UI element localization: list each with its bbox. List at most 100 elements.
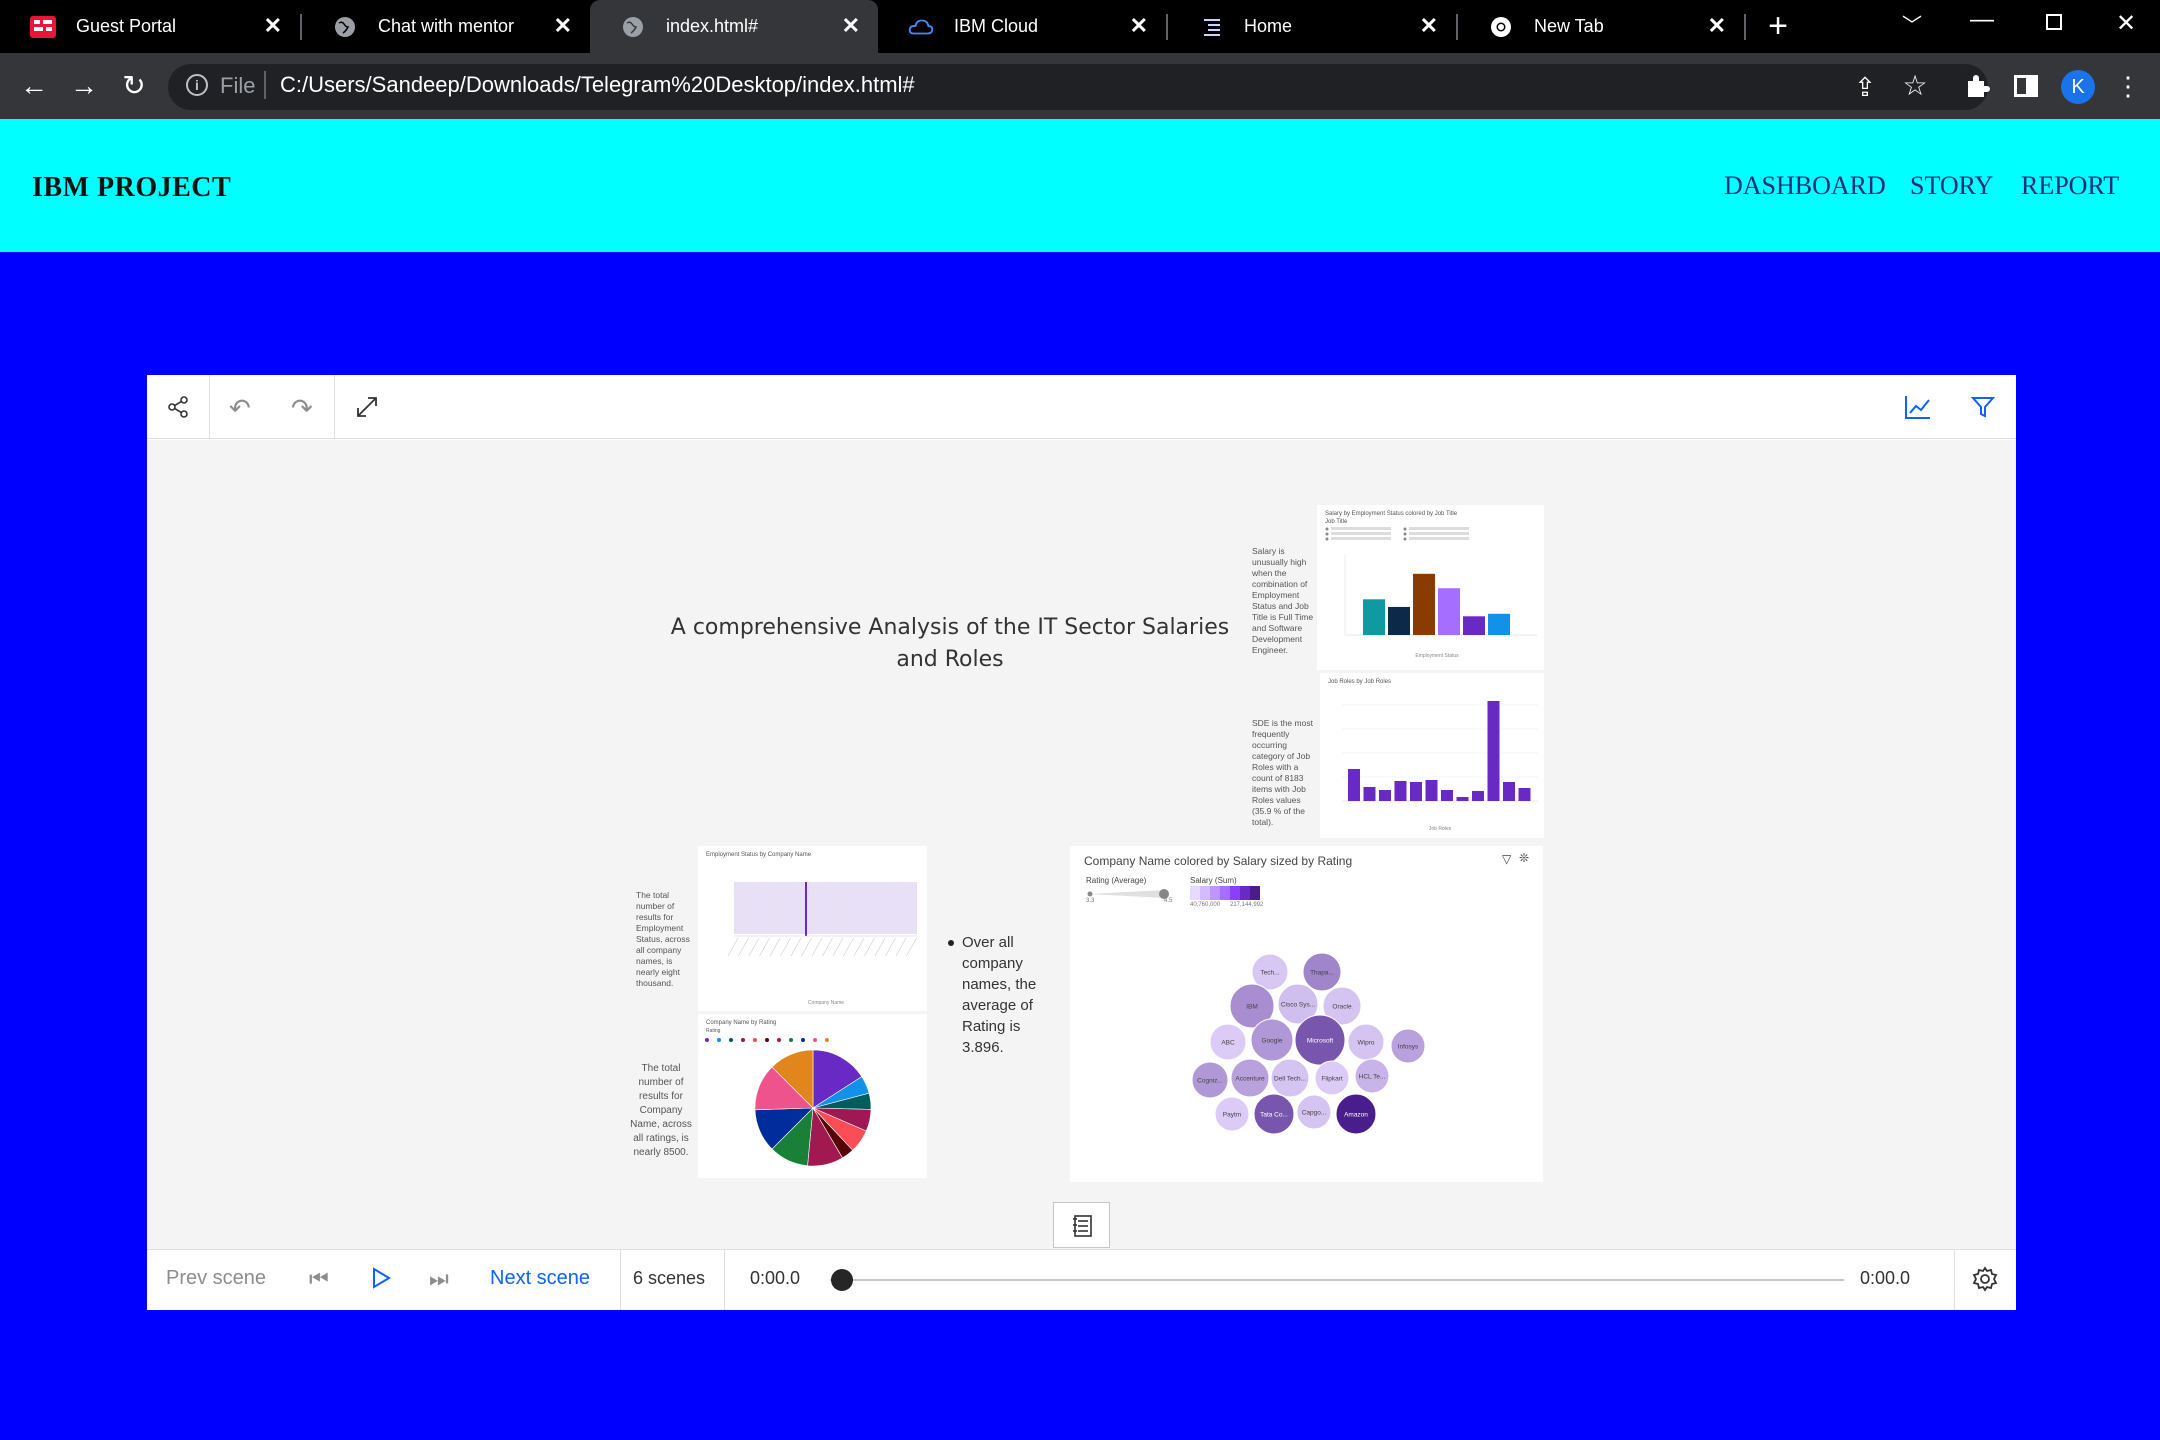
salary-bar — [1413, 573, 1435, 635]
tab-chat-with-mentor[interactable]: Chat with mentor ✕ — [302, 0, 590, 53]
job-role-bar — [1425, 780, 1438, 801]
bubble-label: Tata Co... — [1260, 1112, 1288, 1119]
back-arrow-icon[interactable]: ← — [14, 72, 54, 100]
tick-label-line — [885, 937, 896, 957]
time-start: 0:00.0 — [750, 1268, 801, 1288]
tick-label-line — [895, 937, 907, 957]
tab-label: IBM Cloud — [954, 16, 1039, 36]
bubble-label: ABC — [1221, 1040, 1235, 1047]
filter-icon[interactable] — [1970, 394, 1996, 425]
timeline-scrubber[interactable] — [831, 1269, 853, 1291]
undo-icon[interactable]: ↶ — [229, 393, 251, 424]
tick-label-line — [801, 937, 812, 957]
skip-forward-icon[interactable]: ⏭ — [429, 1266, 449, 1292]
salary-bar — [1488, 613, 1510, 635]
salary-bar — [1388, 606, 1410, 635]
salary-bar — [1363, 599, 1385, 635]
job-role-bar — [1487, 701, 1500, 801]
tab-guest-portal[interactable]: Guest Portal ✕ — [0, 0, 300, 53]
prev-scene-button[interactable]: Prev scene — [166, 1267, 266, 1290]
skip-back-icon[interactable]: ⏮ — [309, 1266, 329, 1292]
job-roles-chart-svg: Job Roles — [1342, 701, 1538, 832]
bubble-label: Thapa... — [1310, 970, 1334, 977]
job-role-bar — [1348, 769, 1360, 801]
bubble-label: Cogniz... — [1197, 1078, 1223, 1085]
bubble-label: Amazon — [1344, 1112, 1368, 1119]
note-sde-most: SDE is the most frequently occurring cat… — [1252, 718, 1313, 827]
close-tab-icon[interactable]: ✕ — [264, 13, 282, 39]
scheme-label: File — [220, 73, 256, 98]
forward-arrow-icon[interactable]: → — [64, 72, 104, 100]
ibm-cloud-icon — [908, 14, 934, 40]
url-text[interactable]: C:/Users/Sandeep/Downloads/Telegram%20De… — [280, 72, 915, 98]
kebab-menu-icon[interactable]: ⋮ — [2108, 72, 2148, 100]
share-icon[interactable]: ⇪ — [1845, 73, 1885, 101]
bubble-label: Wipro — [1358, 1040, 1375, 1047]
legend-entry — [1331, 532, 1391, 535]
job-role-bar — [1472, 791, 1484, 801]
close-tab-icon[interactable]: ✕ — [1130, 13, 1148, 39]
play-icon[interactable] — [370, 1266, 392, 1295]
redo-icon[interactable]: ↷ — [291, 393, 313, 424]
tick-label-line — [843, 937, 854, 957]
minimize-icon[interactable]: — — [1962, 6, 2002, 34]
extensions-puzzle-icon[interactable] — [1964, 73, 1990, 104]
job-role-bar — [1456, 797, 1469, 801]
axis-label: Job Roles — [1429, 826, 1452, 832]
tab-home[interactable]: Home ✕ — [1168, 0, 1456, 53]
close-tab-icon[interactable]: ✕ — [842, 13, 860, 39]
note-salary-high: Salary is unusually high when the combin… — [1252, 546, 1314, 655]
share-nodes-icon[interactable] — [166, 395, 190, 424]
next-scene-button[interactable]: Next scene — [490, 1267, 590, 1290]
reload-icon[interactable]: ↻ — [114, 72, 154, 100]
bubble-label: Capgo... — [1302, 1110, 1327, 1117]
widget-job-roles[interactable]: Job Roles by Job Roles Job Roles — [1320, 673, 1544, 838]
close-window-icon[interactable]: ✕ — [2106, 10, 2146, 38]
tab-new-tab[interactable]: New Tab ✕ — [1458, 0, 1744, 53]
widget-company-by-rating[interactable]: Company Name by Rating Rating — [698, 1014, 927, 1178]
scenes-count[interactable]: 6 scenes — [633, 1268, 705, 1289]
nav-dashboard[interactable]: DASHBOARD — [1724, 171, 1886, 201]
widget-bubble-chart[interactable]: Company Name colored by Salary sized by … — [1070, 846, 1543, 1182]
bubble-label: Flipkart — [1321, 1076, 1343, 1083]
globe-icon — [332, 14, 358, 40]
tab-search-chevron-icon[interactable]: ﹀ — [1892, 12, 1932, 40]
note-rating-text: Over all company names, the average of R… — [962, 934, 1037, 1056]
close-tab-icon[interactable]: ✕ — [1420, 13, 1438, 39]
tab-ibm-cloud[interactable]: IBM Cloud ✕ — [878, 0, 1166, 53]
widget-salary-by-status[interactable]: Salary by Employment Status colored by J… — [1317, 505, 1544, 670]
bubble-label: HCL Te... — [1359, 1074, 1386, 1081]
close-tab-icon[interactable]: ✕ — [554, 13, 572, 39]
site-brand: IBM PROJECT — [32, 172, 232, 203]
bullet-dot — [948, 940, 954, 946]
widget-employment-by-company[interactable]: Employment Status by Company Name Compan… — [698, 846, 927, 1011]
tick-label-line — [759, 937, 770, 957]
time-end: 0:00.0 — [1860, 1268, 1911, 1288]
info-icon[interactable]: i — [186, 74, 208, 96]
story-title: A comprehensive Analysis of the IT Secto… — [670, 615, 1230, 672]
notes-toggle-button[interactable] — [1053, 1202, 1110, 1248]
chart-line-icon[interactable] — [1904, 394, 1932, 425]
tab-label: Home — [1244, 16, 1293, 36]
job-role-bar — [1363, 787, 1376, 801]
nav-story[interactable]: STORY — [1910, 171, 1993, 201]
bubble-label: Google — [1262, 1038, 1283, 1045]
restore-icon[interactable] — [2046, 14, 2062, 30]
job-role-bar — [1394, 781, 1407, 801]
tick-label-line — [780, 937, 791, 957]
timeline-track[interactable] — [830, 1279, 1844, 1281]
job-role-bar — [1518, 788, 1531, 801]
settings-gear-icon[interactable] — [1972, 1266, 1998, 1297]
side-panel-icon[interactable] — [2014, 75, 2038, 97]
close-tab-icon[interactable]: ✕ — [1708, 13, 1726, 39]
bookmark-star-icon[interactable]: ☆ — [1895, 72, 1935, 100]
profile-avatar[interactable]: K — [2061, 70, 2095, 104]
tab-index-html[interactable]: index.html# ✕ — [590, 0, 878, 53]
tick-label-line — [738, 937, 749, 957]
nav-report[interactable]: REPORT — [2021, 171, 2119, 201]
bubble-label: Accenture — [1235, 1076, 1265, 1083]
new-tab-plus-icon[interactable]: + — [1758, 9, 1798, 43]
tick-label-line — [906, 937, 917, 957]
expand-icon[interactable] — [354, 394, 380, 425]
legend-swatch — [825, 1038, 829, 1042]
